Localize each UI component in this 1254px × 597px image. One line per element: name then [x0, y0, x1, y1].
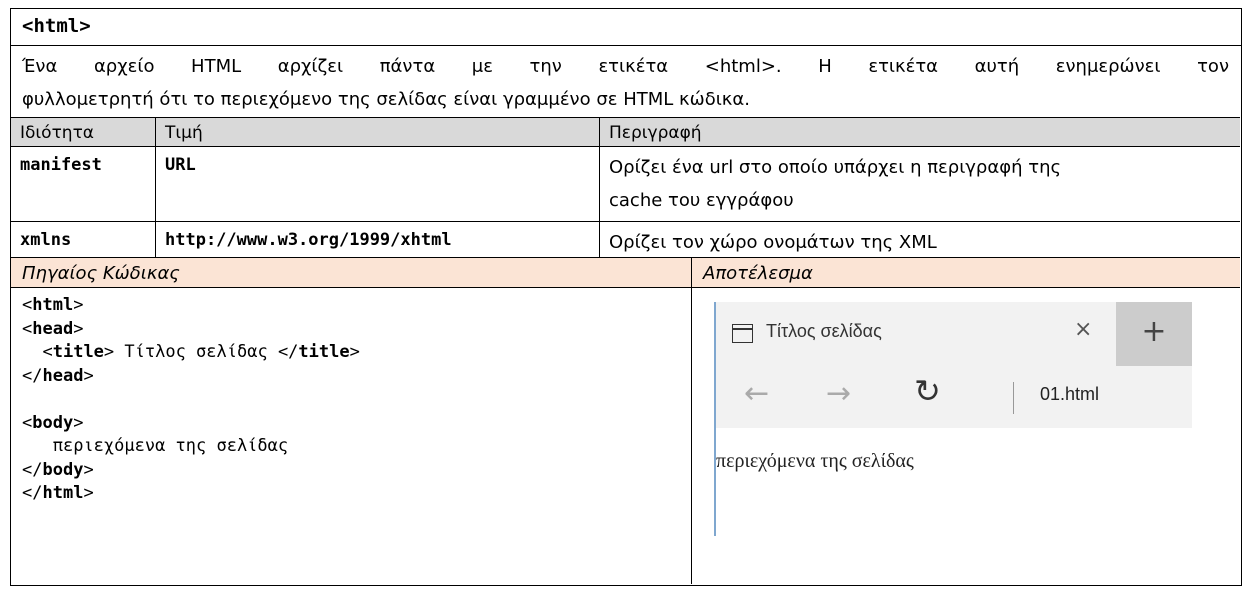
- tag-title: <html>: [22, 15, 91, 37]
- tag-description: Ένα αρχείο HTML αρχίζει πάντα με την ετι…: [11, 45, 1241, 117]
- browser-nav-bar: ← → ↻ 01.html: [716, 366, 1192, 428]
- refresh-icon[interactable]: ↻: [914, 372, 941, 410]
- back-arrow-icon[interactable]: ←: [744, 376, 769, 411]
- code-title-open: title: [52, 342, 104, 362]
- browser-tab-title[interactable]: Τίτλος σελίδας: [766, 321, 882, 342]
- description-manifest-line-1: Ορίζει ένα url στο οποίο υπάρχει η περιγ…: [609, 157, 1062, 178]
- value-manifest: URL: [155, 146, 599, 221]
- address-bar[interactable]: 01.html: [1040, 384, 1099, 405]
- table-header-description: Περιγραφή: [599, 117, 1240, 146]
- description-xmlns: Ορίζει τον χώρο ονομάτων της XML: [599, 221, 1240, 257]
- source-code-header: Πηγαίος Κώδικας: [11, 257, 691, 287]
- code-title-close: title: [298, 342, 350, 362]
- description-manifest-line-2: cache του εγγράφου: [609, 190, 794, 211]
- code-body-open: body: [32, 412, 74, 433]
- value-xmlns: http://www.w3.org/1999/xhtml: [155, 221, 599, 257]
- description-line-2: φυλλομετρητή ότι το περιεχόμενο της σελί…: [22, 89, 750, 110]
- description-line-1: Ένα αρχείο HTML αρχίζει πάντα με την ετι…: [22, 56, 1229, 77]
- result-panel: Τίτλος σελίδας × + ← → ↻ 01.html περιεχό…: [691, 287, 1240, 584]
- browser-window: Τίτλος σελίδας × + ← → ↻ 01.html περιεχό…: [714, 302, 1192, 536]
- browser-tab-bar: Τίτλος σελίδας × +: [716, 302, 1192, 366]
- forward-arrow-icon[interactable]: →: [826, 376, 851, 411]
- source-code-block: <html> <head> <title> Τίτλος σελίδας </t…: [11, 287, 691, 584]
- code-head-open: head: [32, 318, 74, 339]
- code-body-text: περιεχόμενα της σελίδας: [52, 436, 289, 456]
- plus-icon: +: [1141, 314, 1167, 349]
- code-html-open: html: [32, 295, 74, 315]
- attribute-xmlns: xmlns: [11, 221, 155, 257]
- description-manifest: Ορίζει ένα url στο οποίο υπάρχει η περιγ…: [599, 146, 1240, 221]
- browser-page-content: περιεχόμενα της σελίδας: [716, 450, 914, 472]
- close-icon[interactable]: ×: [1074, 317, 1092, 342]
- window-icon: [732, 324, 753, 343]
- attribute-manifest: manifest: [11, 146, 155, 221]
- table-header-attribute: Ιδιότητα: [11, 117, 155, 146]
- html-tag-reference-document: <html> Ένα αρχείο HTML αρχίζει πάντα με …: [10, 8, 1242, 586]
- result-header: Αποτέλεσμα: [691, 257, 1240, 287]
- nav-separator: [1013, 382, 1014, 414]
- new-tab-button[interactable]: +: [1116, 302, 1192, 366]
- code-title-text: Τίτλος σελίδας: [114, 342, 278, 362]
- code-head-close: head: [42, 365, 84, 386]
- table-header-value: Τιμή: [155, 117, 599, 146]
- code-body-close: body: [42, 459, 84, 480]
- code-html-close: html: [42, 483, 84, 503]
